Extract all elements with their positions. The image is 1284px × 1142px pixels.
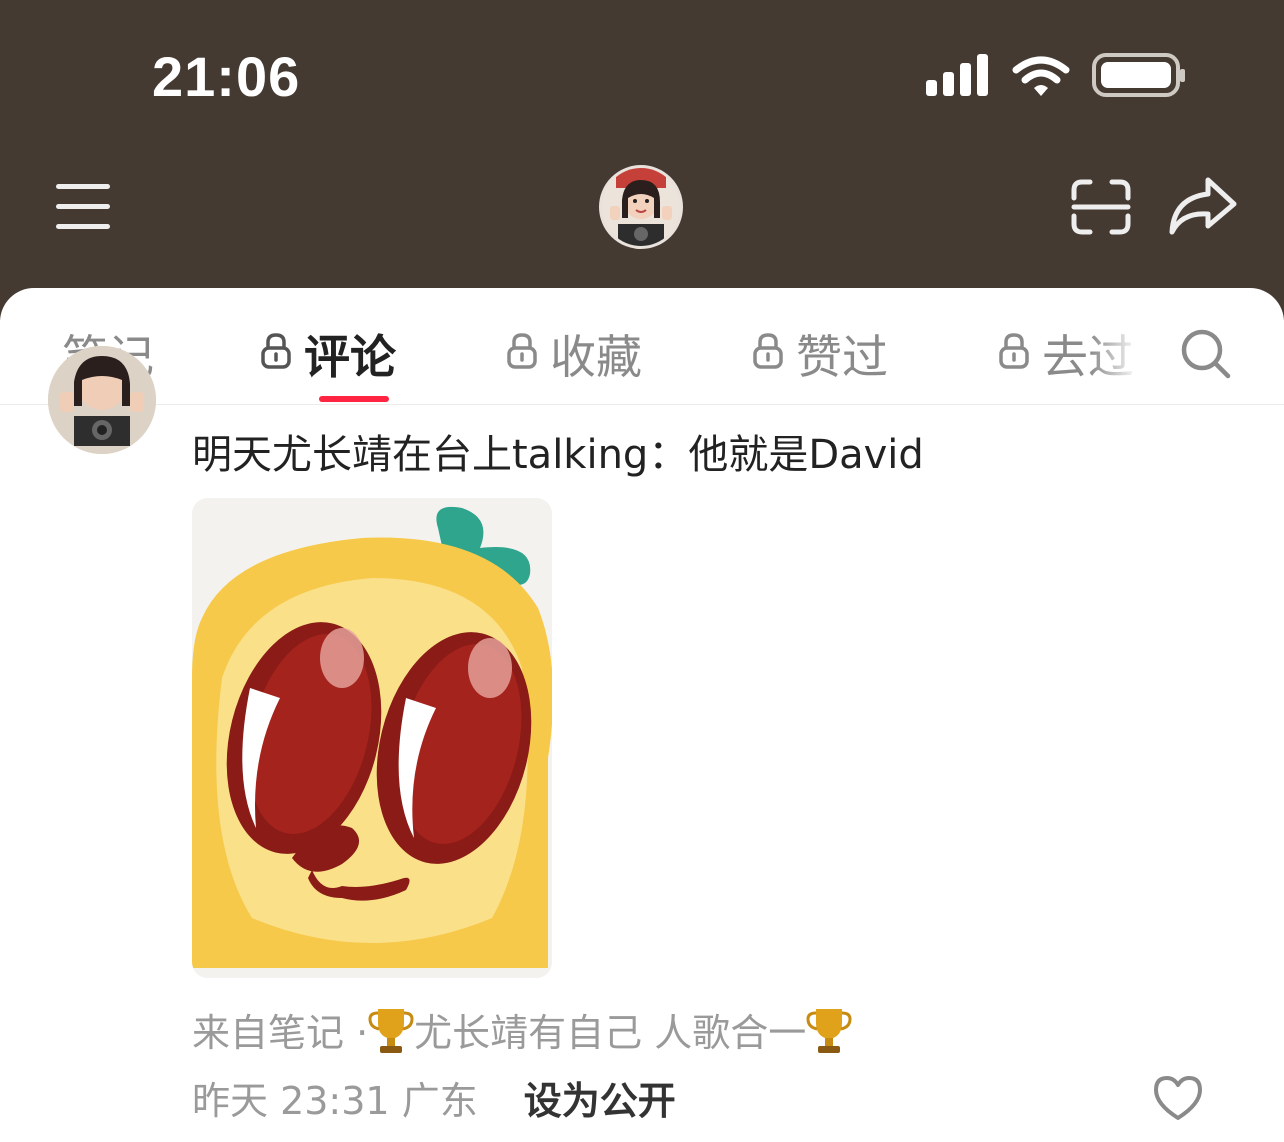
like-button[interactable] [1152,1074,1204,1122]
tab-fade [1090,308,1160,398]
header-avatar[interactable] [599,165,683,249]
tab-bar: 笔记 评论 收藏 [0,288,1284,405]
comment-text: 明天尤长靖在台上talking：他就是David [192,432,924,478]
lock-icon [998,327,1030,381]
tab-favorites[interactable]: 收藏 [506,324,642,384]
comment-time: 昨天 23:31 [192,1079,390,1123]
content-sheet: 笔记 评论 收藏 [0,288,1284,1142]
status-icons [924,52,1186,104]
source-title: 尤长靖有自己 人歌合一 [414,1011,807,1055]
comment-sticker-image[interactable] [192,498,552,978]
share-button[interactable] [1168,176,1238,236]
tab-label: 收藏 [550,330,642,384]
comment-source[interactable]: 来自笔记 · 尤长靖有自己 人歌合一 [192,1002,852,1057]
lock-icon [752,327,784,381]
tab-label: 评论 [304,330,396,384]
tab-label: 赞过 [796,330,888,384]
heart-icon [1154,1076,1202,1120]
status-time: 21:06 [152,45,301,108]
wifi-dot-icon [1034,85,1048,96]
top-header: 21:06 [0,0,1284,320]
comment-location: 广东 [401,1079,478,1123]
battery-icon [1092,53,1185,97]
comment-avatar[interactable] [48,346,156,454]
tab-liked[interactable]: 赞过 [752,324,888,384]
make-public-button[interactable]: 设为公开 [524,1079,676,1123]
lock-icon [260,327,292,381]
signal-icon [926,54,988,96]
wifi-icon [1012,56,1070,84]
tab-comments[interactable]: 评论 [260,324,396,384]
comment-meta: 昨天 23:31 广东 设为公开 [192,1070,676,1125]
lock-icon [506,327,538,381]
scan-button[interactable] [1070,178,1132,236]
active-tab-indicator [319,396,389,402]
source-prefix: 来自笔记 · [192,1011,369,1055]
trophy-icon [806,1005,852,1055]
search-button[interactable] [1180,328,1232,380]
menu-button[interactable] [56,180,112,232]
trophy-icon [368,1005,414,1055]
